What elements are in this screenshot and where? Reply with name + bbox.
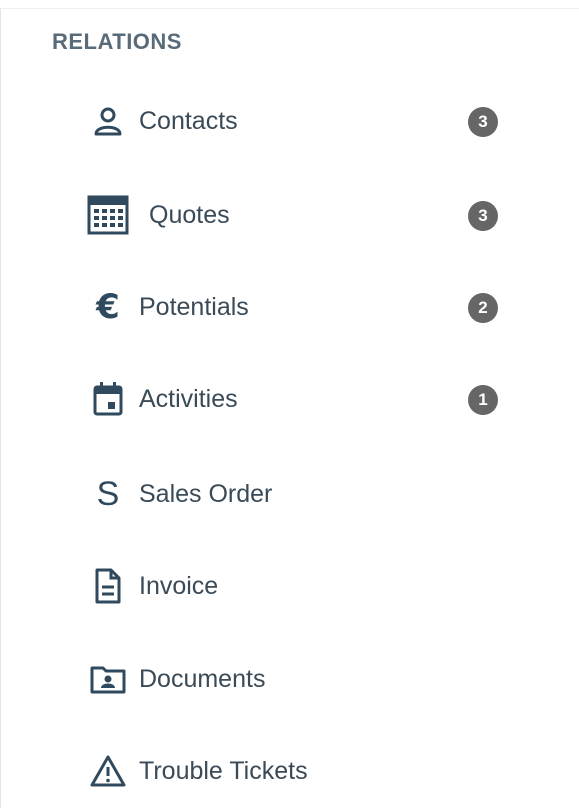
relation-item-invoice[interactable]: Invoice (83, 556, 543, 616)
relation-item-quotes[interactable]: Quotes 3 (83, 185, 543, 245)
relation-item-documents[interactable]: Documents (83, 649, 543, 709)
relation-item-activities[interactable]: Activities 1 (83, 369, 543, 429)
relation-label-invoice: Invoice (139, 572, 219, 600)
count-badge-quotes: 3 (468, 201, 498, 231)
relation-label-activities: Activities (139, 385, 238, 413)
relation-label-contacts: Contacts (139, 107, 238, 135)
calendar-icon (83, 377, 133, 421)
relation-label-sales-order: Sales Order (139, 480, 273, 508)
document-icon (83, 564, 133, 608)
count-badge-activities: 1 (468, 385, 498, 415)
count-badge-potentials: 2 (468, 293, 498, 323)
warning-triangle-icon (83, 749, 133, 793)
calculator-icon (83, 193, 133, 237)
folder-icon (83, 657, 133, 701)
relation-item-contacts[interactable]: Contacts 3 (83, 91, 543, 151)
person-icon (83, 99, 133, 143)
relations-panel: RELATIONS Contacts 3 Quotes 3 € Potentia… (0, 8, 579, 808)
euro-icon: € (96, 287, 120, 327)
relation-label-quotes: Quotes (149, 201, 230, 229)
relation-item-sales-order[interactable]: S Sales Order (83, 464, 543, 524)
relation-label-documents: Documents (139, 665, 266, 693)
relation-item-potentials[interactable]: € Potentials 2 (83, 277, 543, 337)
count-badge-contacts: 3 (468, 107, 498, 137)
relations-title: RELATIONS (52, 29, 182, 54)
relation-label-potentials: Potentials (139, 293, 249, 321)
relation-item-trouble-tickets[interactable]: Trouble Tickets (83, 741, 543, 801)
sales-order-s-icon: S (96, 474, 120, 513)
relation-label-trouble-tickets: Trouble Tickets (139, 757, 308, 785)
